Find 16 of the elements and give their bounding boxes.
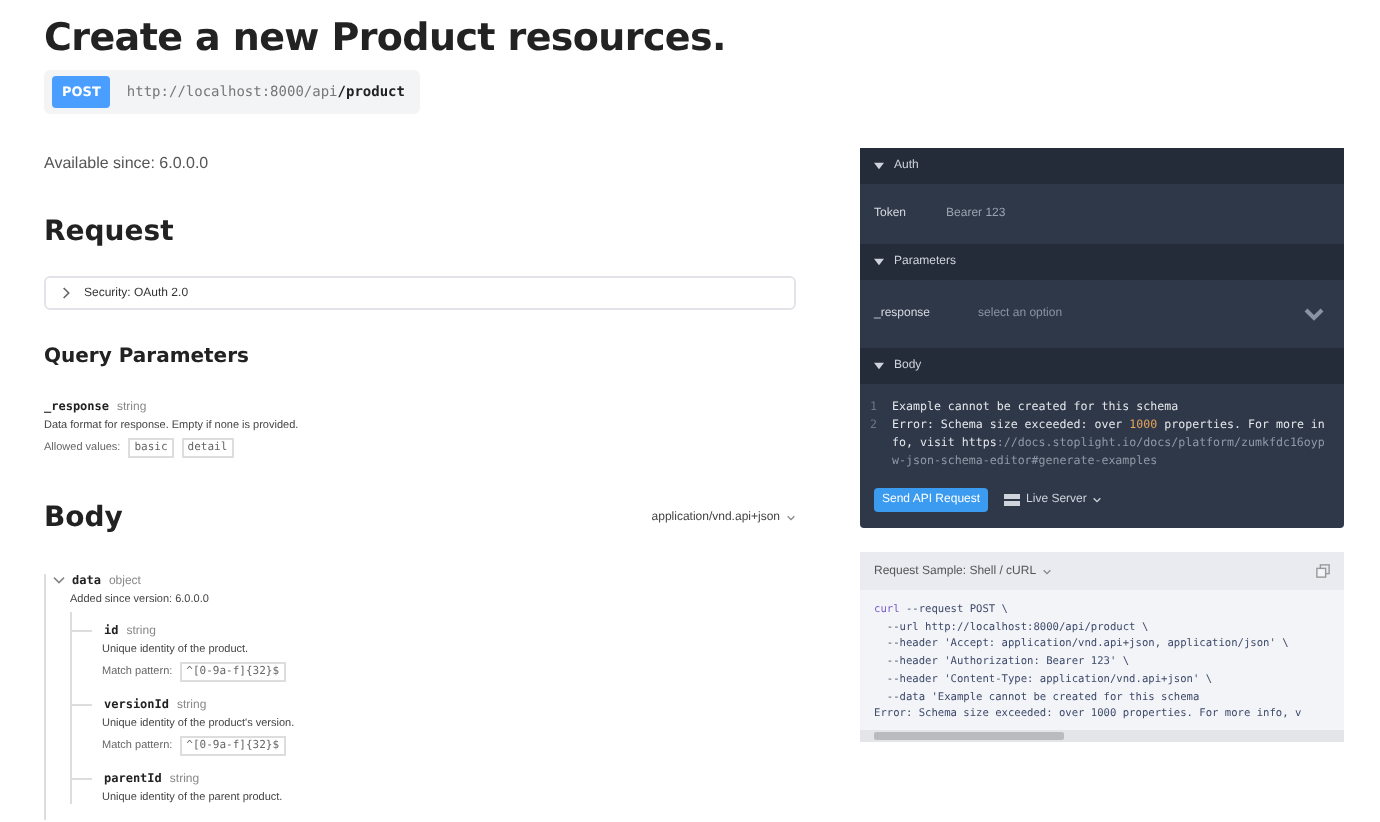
chevron-down-icon bbox=[1042, 567, 1053, 575]
section-heading: Request bbox=[44, 216, 176, 248]
server-icon bbox=[1004, 494, 1021, 506]
chevron-icon[interactable] bbox=[52, 576, 66, 586]
horizontal-scrollbar[interactable] bbox=[860, 729, 1344, 742]
section-heading: Query Parameters bbox=[44, 346, 251, 368]
caret-icon bbox=[874, 258, 884, 266]
copy-icon[interactable] bbox=[1316, 564, 1330, 578]
chevron-down-icon bbox=[786, 514, 796, 522]
chevron-down-icon bbox=[1092, 496, 1103, 504]
page-title: Create a new Product resources. bbox=[44, 16, 728, 60]
section-heading: Body bbox=[44, 502, 123, 534]
available-since: Available since: 6.0.0.0 bbox=[44, 154, 211, 172]
chevron-icon bbox=[62, 286, 72, 300]
caret-icon bbox=[874, 162, 884, 170]
caret-icon bbox=[874, 362, 884, 370]
